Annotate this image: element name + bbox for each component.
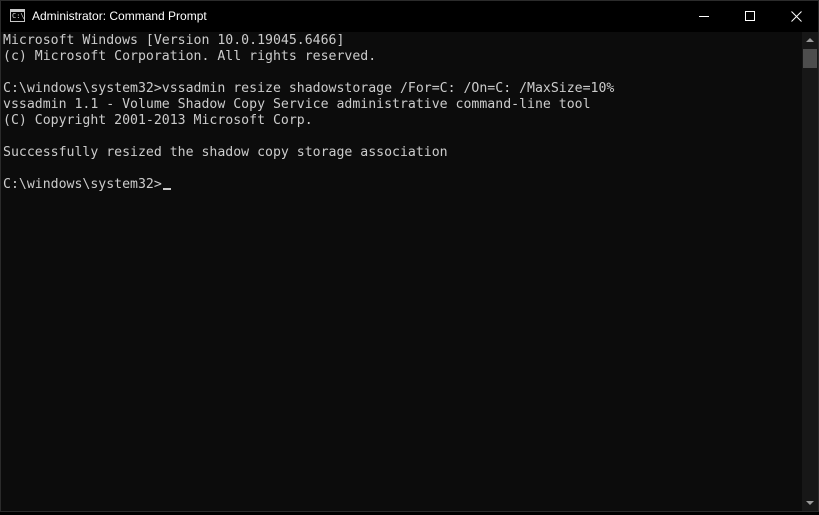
minimize-button[interactable] (681, 1, 727, 32)
console-line: Successfully resized the shadow copy sto… (3, 145, 448, 160)
console-line: (C) Copyright 2001-2013 Microsoft Corp. (3, 113, 313, 128)
scroll-down-button[interactable] (802, 496, 818, 510)
scroll-up-arrow-icon (806, 38, 814, 42)
window-title: Administrator: Command Prompt (32, 9, 207, 23)
vertical-scrollbar[interactable] (802, 32, 818, 511)
scroll-down-arrow-icon (806, 501, 814, 505)
console-line: C:\windows\system32>vssadmin resize shad… (3, 81, 615, 96)
cmd-icon-glyph: C:\ (12, 12, 25, 20)
title-bar[interactable]: C:\ Administrator: Command Prompt (1, 1, 818, 32)
command-prompt-window: C:\ Administrator: Command Prompt Micros… (0, 0, 819, 512)
console-line: Microsoft Windows [Version 10.0.19045.64… (3, 33, 345, 48)
close-button[interactable] (773, 1, 819, 32)
console-line: vssadmin 1.1 - Volume Shadow Copy Servic… (3, 97, 591, 112)
close-icon (791, 11, 802, 22)
console-output[interactable]: Microsoft Windows [Version 10.0.19045.64… (1, 32, 802, 511)
console-prompt-line[interactable]: C:\windows\system32> (3, 177, 171, 193)
maximize-icon (745, 11, 755, 21)
console-line: (c) Microsoft Corporation. All rights re… (3, 49, 377, 64)
scrollbar-thumb[interactable] (803, 49, 817, 68)
maximize-button[interactable] (727, 1, 773, 32)
cmd-icon[interactable]: C:\ (10, 9, 25, 22)
scroll-up-button[interactable] (802, 33, 818, 47)
minimize-icon (699, 16, 709, 17)
console-prompt: C:\windows\system32> (3, 177, 162, 192)
text-cursor (162, 188, 171, 190)
